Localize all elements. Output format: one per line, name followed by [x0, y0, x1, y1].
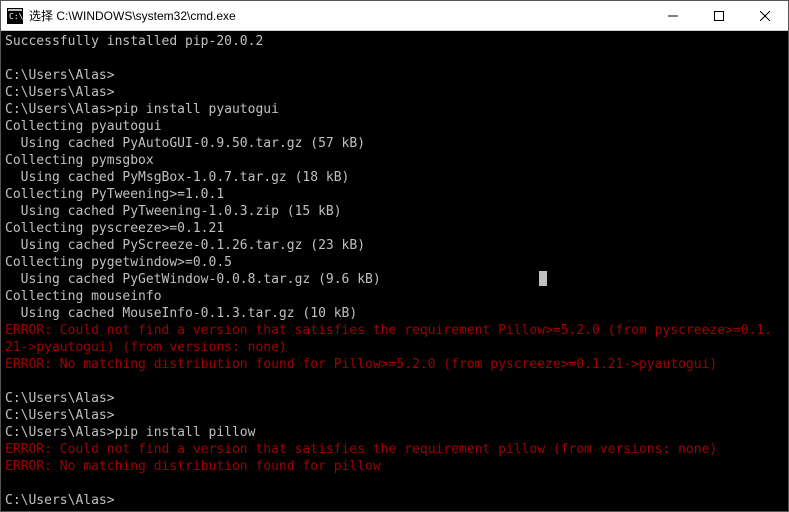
selection-cursor: [539, 271, 547, 286]
terminal-line: [5, 373, 784, 390]
terminal-line: Using cached PyScreeze-0.1.26.tar.gz (23…: [5, 237, 784, 254]
window-title: 选择 C:\WINDOWS\system32\cmd.exe: [29, 7, 650, 24]
terminal-line: C:\Users\Alas>pip install pyautogui: [5, 101, 784, 118]
terminal-line: [5, 475, 784, 492]
terminal-line: C:\Users\Alas>pip install pillow: [5, 424, 784, 441]
terminal-prompt-line: C:\Users\Alas>: [5, 509, 784, 511]
cmd-window: C:\ 选择 C:\WINDOWS\system32\cmd.exe Succe…: [0, 0, 789, 512]
titlebar[interactable]: C:\ 选择 C:\WINDOWS\system32\cmd.exe: [1, 1, 788, 31]
terminal-line: Using cached PyMsgBox-1.0.7.tar.gz (18 k…: [5, 169, 784, 186]
terminal-line: C:\Users\Alas>: [5, 390, 784, 407]
terminal-line: C:\Users\Alas>: [5, 67, 784, 84]
terminal-line: Using cached PyTweening-1.0.3.zip (15 kB…: [5, 203, 784, 220]
maximize-button[interactable]: [696, 1, 742, 30]
terminal-line: Successfully installed pip-20.0.2: [5, 33, 784, 50]
terminal-error-line: 21->pyautogui) (from versions: none): [5, 339, 784, 356]
terminal-line: C:\Users\Alas>: [5, 492, 784, 509]
terminal-line: Using cached MouseInfo-0.1.3.tar.gz (10 …: [5, 305, 784, 322]
terminal-line: [5, 50, 784, 67]
terminal-output[interactable]: Successfully installed pip-20.0.2 C:\User…: [1, 31, 788, 511]
terminal-line: Collecting pyautogui: [5, 118, 784, 135]
terminal-error-line: ERROR: Could not find a version that sat…: [5, 441, 784, 458]
cmd-icon: C:\: [7, 8, 23, 24]
terminal-error-line: ERROR: No matching distribution found fo…: [5, 458, 784, 475]
terminal-line: Collecting PyTweening>=1.0.1: [5, 186, 784, 203]
terminal-line: Collecting pygetwindow>=0.0.5: [5, 254, 784, 271]
minimize-button[interactable]: [650, 1, 696, 30]
terminal-line: Using cached PyAutoGUI-0.9.50.tar.gz (57…: [5, 135, 784, 152]
window-controls: [650, 1, 788, 30]
close-button[interactable]: [742, 1, 788, 30]
terminal-error-line: ERROR: No matching distribution found fo…: [5, 356, 784, 373]
terminal-line: C:\Users\Alas>: [5, 84, 784, 101]
terminal-error-line: ERROR: Could not find a version that sat…: [5, 322, 784, 339]
svg-text:C:\: C:\: [9, 12, 23, 21]
terminal-line: C:\Users\Alas>: [5, 407, 784, 424]
prompt-text: C:\Users\Alas>: [5, 510, 115, 511]
terminal-line: Using cached PyGetWindow-0.0.8.tar.gz (9…: [5, 271, 784, 288]
terminal-line: Collecting pyscreeze>=0.1.21: [5, 220, 784, 237]
terminal-line: Collecting pymsgbox: [5, 152, 784, 169]
terminal-line: Collecting mouseinfo: [5, 288, 784, 305]
